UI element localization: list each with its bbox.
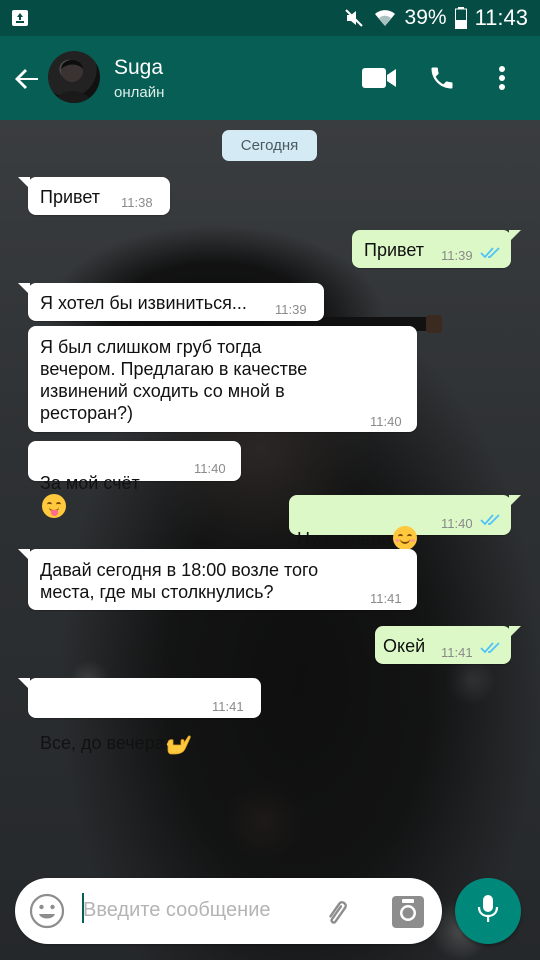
message-time: 11:40 (441, 516, 473, 531)
attach-icon[interactable] (320, 895, 356, 931)
chat-area[interactable]: Сегодня Привет 11:38 Привет 11:39 Я хоте… (0, 120, 540, 960)
read-ticks-icon (480, 638, 504, 660)
chat-header: Suga онлайн (0, 36, 540, 120)
read-ticks-icon (480, 510, 504, 532)
message-time: 11:41 (212, 699, 244, 714)
message-time: 11:39 (275, 302, 307, 317)
video-call-icon[interactable] (360, 62, 398, 94)
message-incoming[interactable]: За мой счёт 11:40 (28, 441, 241, 518)
message-composer (15, 878, 442, 944)
more-vert-icon[interactable] (490, 62, 514, 94)
message-time: 11:41 (370, 591, 402, 606)
message-content: Все, до вечера (40, 687, 191, 755)
message-text: Я был слишком груб тогда вечером. Предла… (40, 337, 308, 423)
contact-name[interactable]: Suga (114, 56, 163, 80)
message-text: Окей (383, 636, 426, 656)
battery-icon (454, 7, 467, 29)
mic-icon (477, 894, 499, 929)
mic-button[interactable] (455, 878, 521, 944)
message-time: 11:41 (441, 645, 473, 660)
message-outgoing[interactable]: Окей 11:41 (375, 626, 521, 664)
mute-icon (343, 7, 365, 29)
message-text: Я хотел бы извиниться... (40, 293, 247, 313)
message-content: Ну погнали (297, 504, 417, 550)
camera-icon[interactable] (391, 895, 425, 929)
message-text: Давай сегодня в 18:00 возле того места, … (40, 560, 319, 602)
recycle-icon (10, 8, 30, 28)
message-outgoing[interactable]: Ну погнали 11:40 (289, 495, 521, 550)
contact-status: онлайн (114, 84, 165, 101)
read-ticks-icon (480, 243, 504, 265)
message-outgoing[interactable]: Привет 11:39 (352, 230, 521, 268)
message-incoming[interactable]: Я был слишком груб тогда вечером. Предла… (28, 326, 417, 432)
message-incoming[interactable]: Я хотел бы извиниться... 11:39 (18, 283, 324, 321)
message-text: Ну погнали (297, 529, 391, 549)
message-content: За мой счёт (40, 450, 140, 518)
phone-icon[interactable] (426, 62, 458, 94)
message-text: Привет (364, 240, 425, 260)
status-bar: 39% 11:43 (0, 0, 540, 36)
message-input[interactable] (83, 895, 303, 925)
back-arrow-icon[interactable] (12, 64, 42, 94)
message-text: Все, до вечера (40, 733, 165, 753)
message-incoming[interactable]: Все, до вечера 11:41 (18, 678, 261, 755)
avatar[interactable] (48, 51, 100, 103)
date-chip: Сегодня (222, 130, 317, 161)
face-savoring-food-icon (42, 494, 66, 518)
wallpaper-photo-detail (426, 315, 442, 333)
battery-level: 39% (404, 6, 447, 29)
message-incoming[interactable]: Привет 11:38 (18, 177, 170, 215)
smiling-face-blush-icon (392, 526, 417, 550)
clock: 11:43 (474, 5, 528, 30)
message-time: 11:40 (194, 461, 226, 476)
call-me-hand-icon (165, 709, 191, 755)
message-time: 11:38 (121, 195, 153, 210)
message-time: 11:39 (441, 248, 473, 263)
message-text: Привет (40, 187, 101, 207)
message-text: За мой счёт (40, 473, 140, 493)
emoji-icon[interactable] (29, 893, 65, 929)
message-incoming[interactable]: Давай сегодня в 18:00 возле того места, … (18, 549, 417, 610)
wifi-icon (373, 7, 397, 29)
message-time: 11:40 (370, 414, 402, 429)
